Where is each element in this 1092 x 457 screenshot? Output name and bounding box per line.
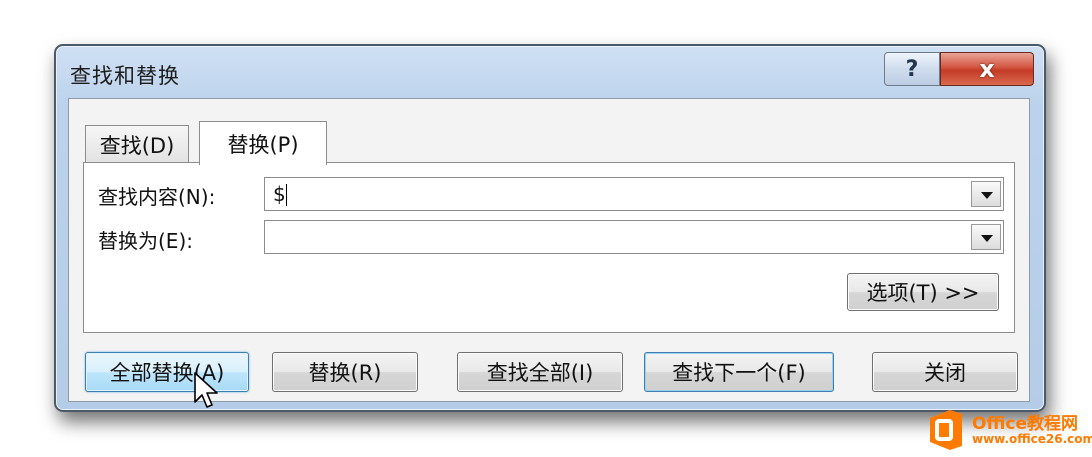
dialog-title: 查找和替换 [70,64,180,88]
tab-find[interactable]: 查找(D) [85,125,189,163]
find-all-button[interactable]: 查找全部(I) [457,352,623,392]
replace-with-combo[interactable] [264,220,1004,254]
text-caret [286,184,287,206]
help-icon: ? [905,56,919,82]
help-button[interactable]: ? [884,52,940,86]
replace-with-label: 替换为(E): [98,229,193,253]
close-icon: x [979,55,995,83]
options-button[interactable]: 选项(T) >> [847,273,999,311]
find-what-label: 查找内容(N): [98,185,216,209]
tab-replace[interactable]: 替换(P) [199,121,327,165]
office-logo-icon [930,410,962,450]
close-window-button[interactable]: x [940,52,1034,86]
replace-with-dropdown-icon[interactable] [971,224,1001,250]
replace-button[interactable]: 替换(R) [272,352,418,392]
watermark-name: Office教程网 [972,414,1079,434]
find-what-dropdown-icon[interactable] [971,181,1001,207]
close-button[interactable]: 关闭 [872,352,1018,392]
replace-panel: 查找内容(N): $ 替换为(E): 选项(T) >> [83,162,1015,333]
replace-all-button[interactable]: 全部替换(A) [85,352,249,392]
find-what-combo[interactable]: $ [264,177,1004,211]
mouse-pointer-icon [194,372,218,408]
find-next-button[interactable]: 查找下一个(F) [644,352,834,392]
watermark-url: www.office26.com [972,432,1092,446]
dialog-body: 查找(D) 替换(P) 查找内容(N): $ 替换为(E): 选项(T) >> … [68,98,1030,402]
find-what-input[interactable]: $ [273,182,286,206]
find-replace-dialog: 查找和替换 ? x 查找(D) 替换(P) 查找内容(N): $ 替换为(E):… [54,44,1046,412]
